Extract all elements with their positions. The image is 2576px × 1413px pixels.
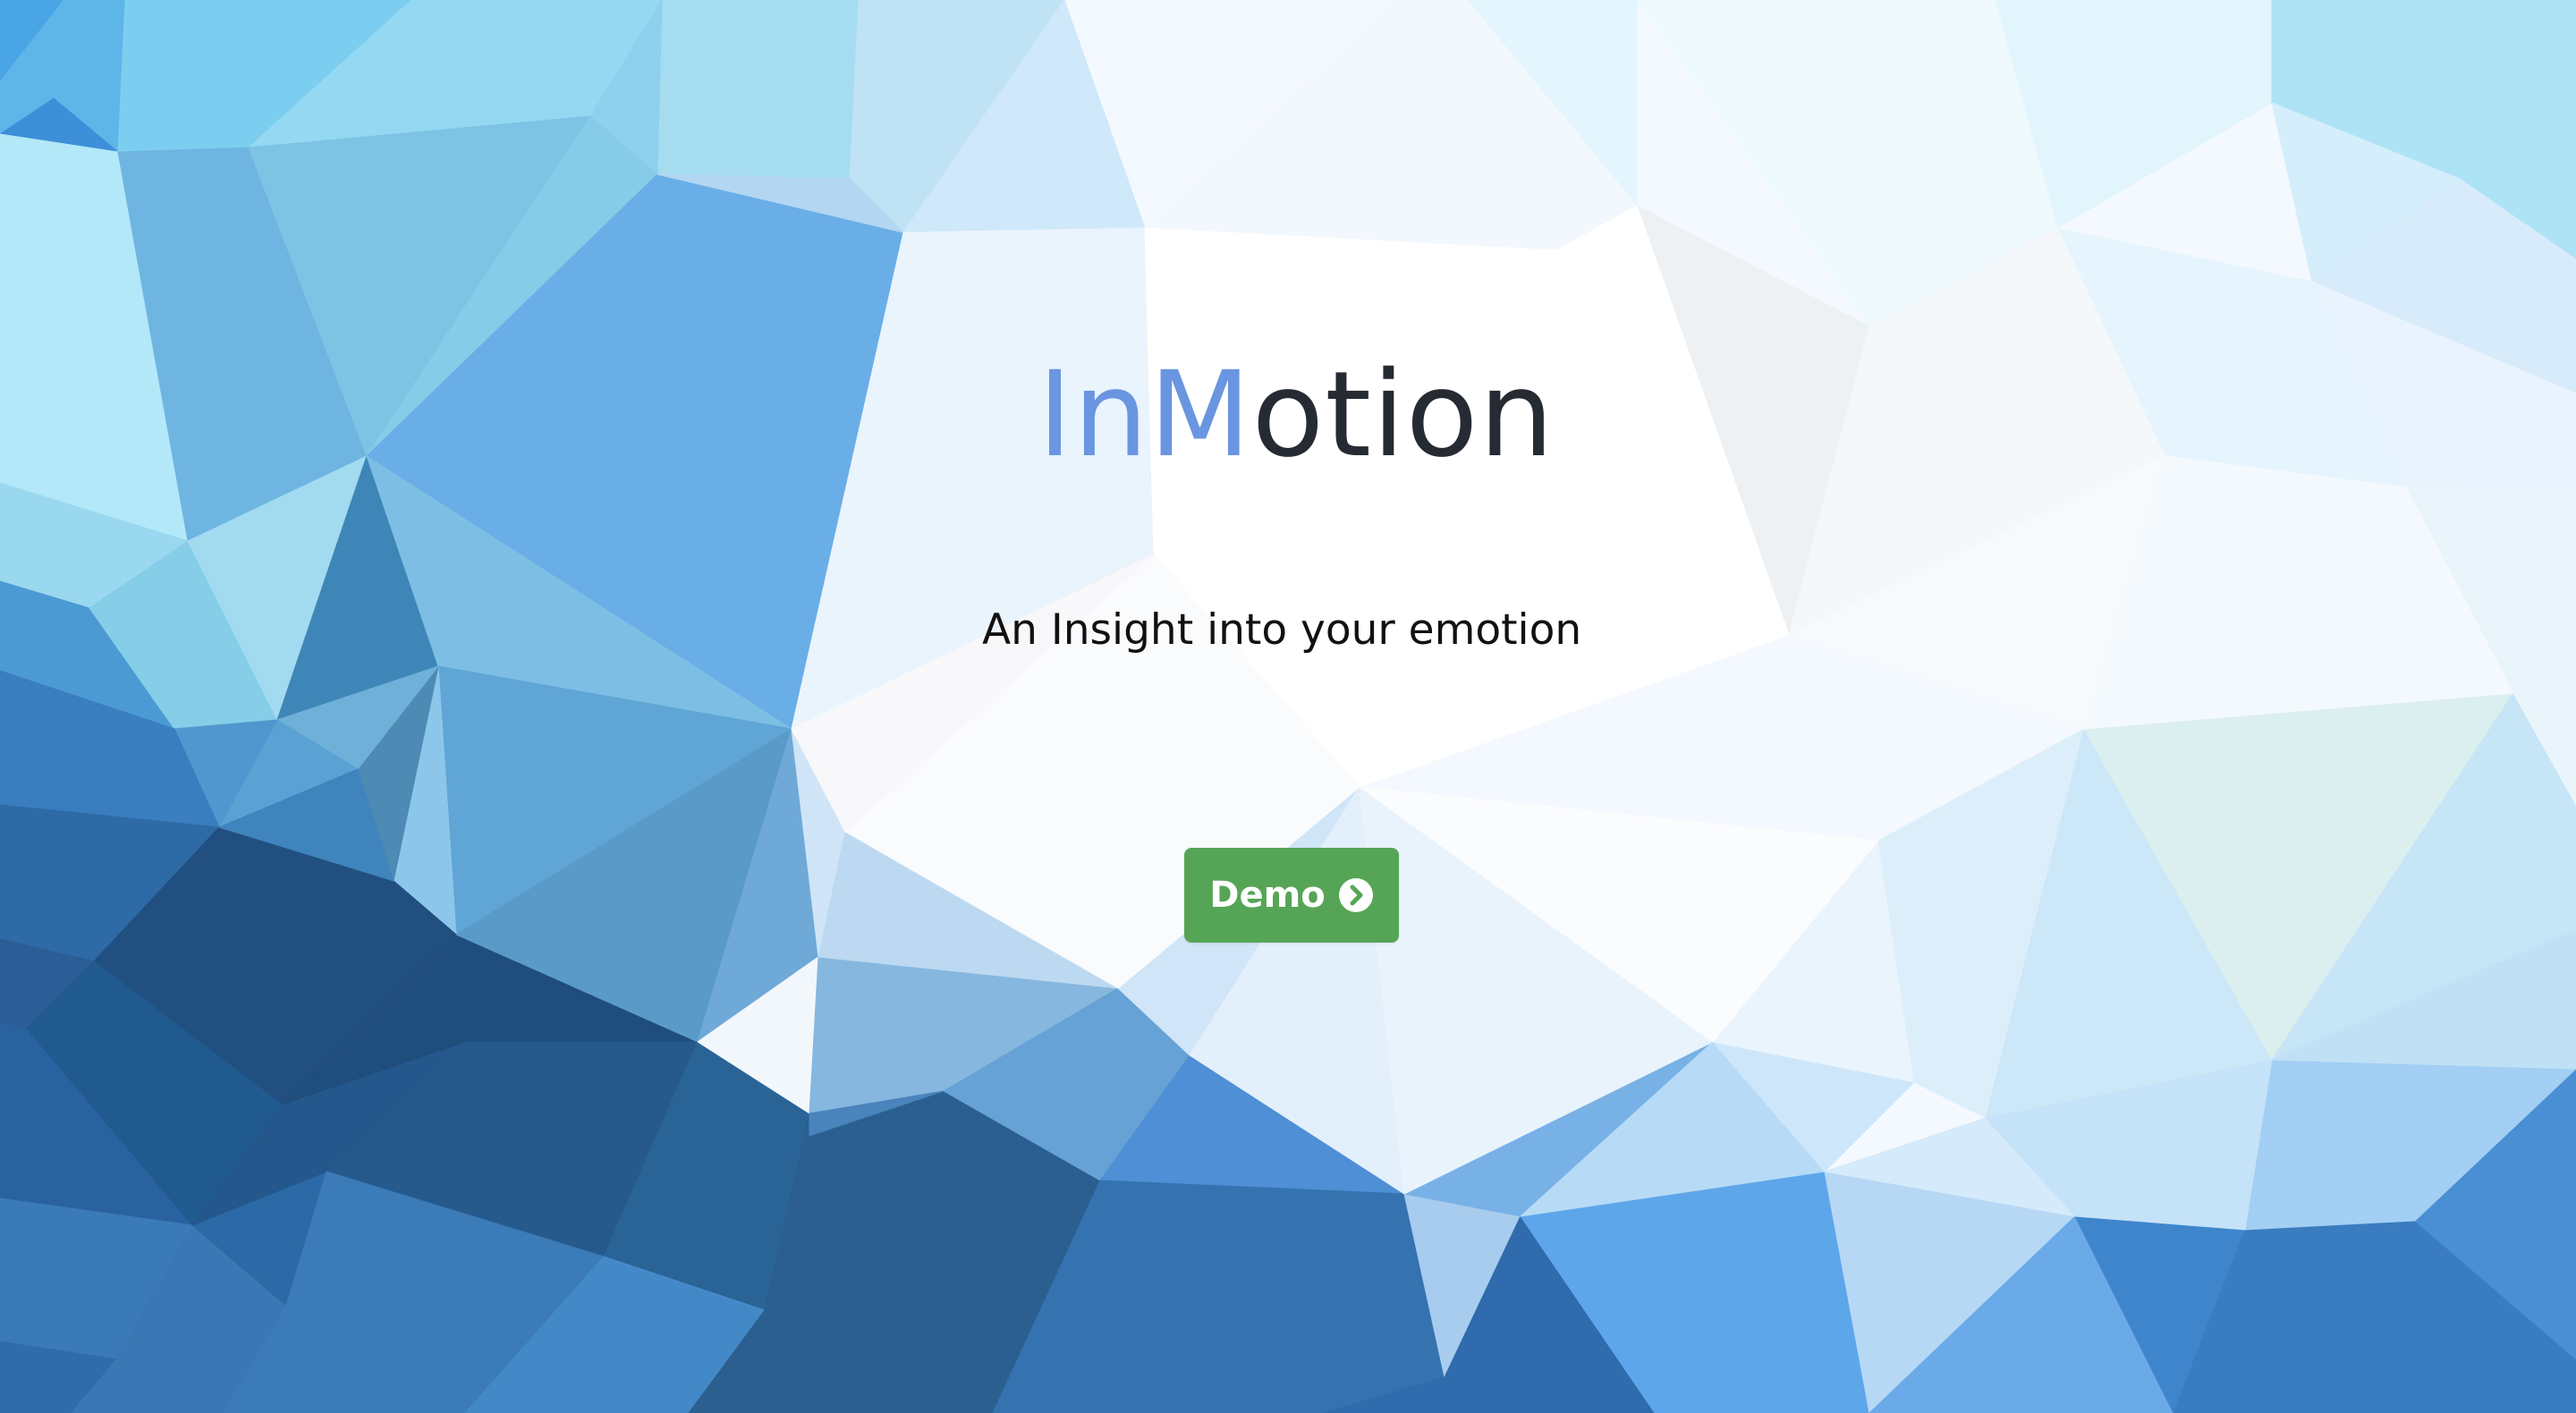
tagline: An Insight into your emotion: [982, 605, 1582, 655]
brand-title-part-1: In: [1038, 346, 1149, 484]
demo-button-label: Demo: [1209, 875, 1326, 916]
brand-title-part-3: otion: [1251, 346, 1555, 484]
demo-button[interactable]: Demo: [1184, 848, 1399, 943]
brand-title: InMotion: [1038, 356, 1555, 474]
low-poly-background: [0, 0, 2576, 1413]
chevron-circle-right-icon: [1338, 877, 1374, 913]
brand-title-part-2: M: [1148, 346, 1252, 484]
landing-page: InMotion An Insight into your emotion De…: [0, 0, 2576, 1413]
